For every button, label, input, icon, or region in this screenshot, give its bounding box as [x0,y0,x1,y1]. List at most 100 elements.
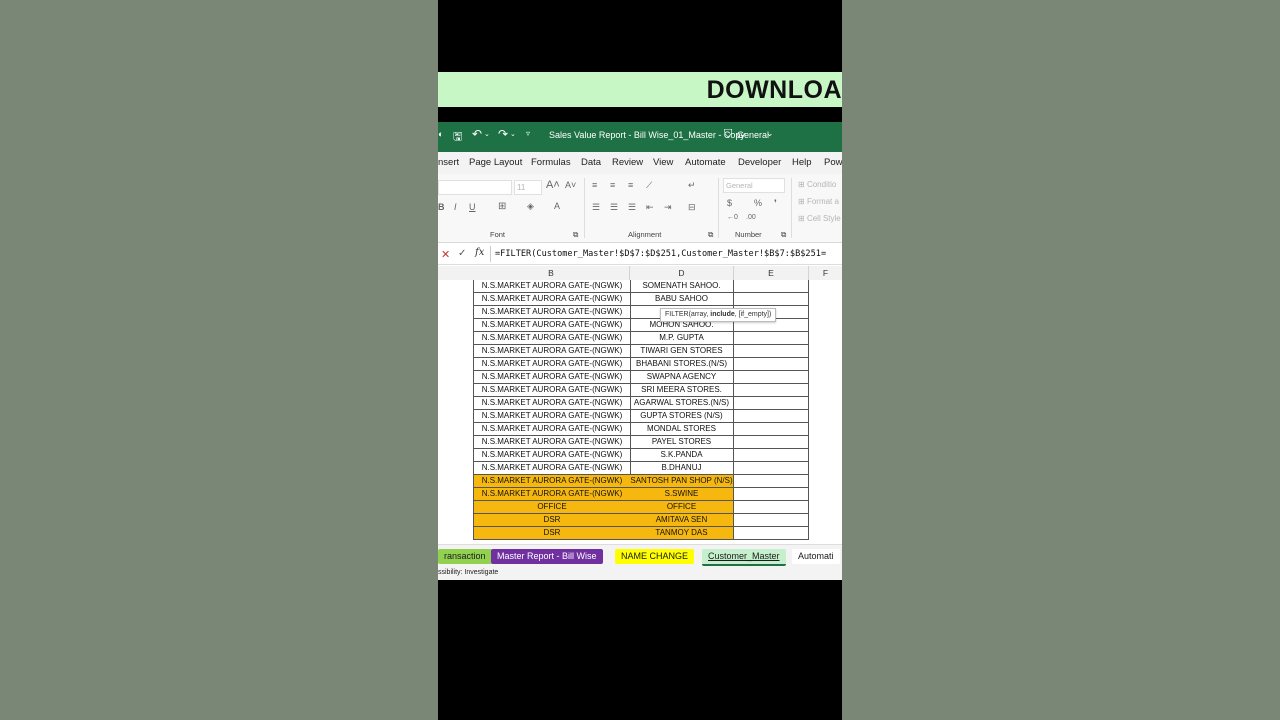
column-header-f[interactable]: F [809,266,842,280]
cell-route[interactable]: N.S.MARKET AURORA GATE-(NGWK) [473,280,631,293]
cell-empty[interactable] [734,501,809,514]
cell-route[interactable]: N.S.MARKET AURORA GATE-(NGWK) [473,397,631,410]
cancel-icon[interactable]: ✕ [441,248,450,261]
cell-empty[interactable] [734,371,809,384]
tab-data[interactable]: Data [581,157,601,168]
tab-automate[interactable]: Automate [685,157,726,168]
font-size-box[interactable]: 11 [514,180,542,195]
cell-customer[interactable]: M.P. GUPTA [630,332,734,345]
sheet-tab[interactable]: Master Report - Bill Wise [491,549,603,564]
bold-icon[interactable]: B [438,202,445,212]
undo-icon[interactable]: ↶ [472,127,482,141]
formula-input[interactable]: =FILTER(Customer_Master!$D$7:$D$251,Cust… [495,249,826,259]
number-dialog-launcher-icon[interactable]: ⧉ [781,230,786,240]
sheet-tab[interactable]: Automati [792,549,840,564]
tab-page-layout[interactable]: Page Layout [469,157,522,168]
decrease-decimal-icon[interactable]: .00 [746,214,756,221]
cell-customer[interactable]: MONDAL STORES [630,423,734,436]
cell-empty[interactable] [734,527,809,540]
sensitivity-label[interactable]: General [737,130,769,140]
cell-empty[interactable] [734,436,809,449]
cell-empty[interactable] [734,397,809,410]
cell-empty[interactable] [734,423,809,436]
cell-customer[interactable]: B.DHANUJ [630,462,734,475]
cell-customer[interactable]: AGARWAL STORES.(N/S) [630,397,734,410]
align-left-icon[interactable]: ☰ [592,202,600,213]
borders-icon[interactable]: ⊞ [498,201,506,212]
decrease-indent-icon[interactable]: ⇤ [646,202,654,213]
font-dialog-launcher-icon[interactable]: ⧉ [573,230,578,240]
cell-route[interactable]: N.S.MARKET AURORA GATE-(NGWK) [473,410,631,423]
cell-customer[interactable]: PAYEL STORES [630,436,734,449]
cell-empty[interactable] [734,449,809,462]
align-right-icon[interactable]: ☰ [628,202,636,213]
undo-dropdown-icon[interactable]: ⌄ [484,130,490,138]
font-color-icon[interactable]: A [554,201,560,211]
sheet-tab[interactable]: ransaction [438,549,492,564]
redo-icon[interactable]: ↷ [498,127,508,141]
cell-route[interactable]: N.S.MARKET AURORA GATE-(NGWK) [473,293,631,306]
cell-customer[interactable]: TIWARI GEN STORES [630,345,734,358]
fill-color-icon[interactable]: ◈ [527,201,534,212]
cell-styles-button[interactable]: ⊞ Cell Style [798,214,841,223]
cell-customer[interactable]: S.K.PANDA [630,449,734,462]
currency-icon[interactable]: $ [727,198,732,208]
enter-icon[interactable]: ✓ [458,248,466,259]
accessibility-status[interactable]: ssibility: Investigate [438,569,498,576]
increase-indent-icon[interactable]: ⇥ [664,202,672,213]
tab-power-pivot[interactable]: Pow [824,157,842,168]
tab-insert[interactable]: nsert [438,157,459,168]
cell-customer[interactable]: AMITAVA SEN [630,514,734,527]
increase-font-icon[interactable]: A˄ [546,179,560,191]
tab-help[interactable]: Help [792,157,812,168]
column-header-d[interactable]: D [630,266,734,280]
number-format-box[interactable]: General [723,178,785,193]
conditional-formatting-button[interactable]: ⊞ Conditio [798,180,836,189]
save-icon[interactable]: 🖫 [453,128,462,147]
cell-customer[interactable]: TANMOY DAS [630,527,734,540]
cell-route[interactable]: DSR [473,527,631,540]
increase-decimal-icon[interactable]: ←0 [727,214,738,221]
cell-route[interactable]: N.S.MARKET AURORA GATE-(NGWK) [473,371,631,384]
cell-empty[interactable] [734,332,809,345]
cell-empty[interactable] [734,345,809,358]
comma-style-icon[interactable]: ❜ [774,198,777,209]
cell-route[interactable]: OFFICE [473,501,631,514]
cell-route[interactable]: N.S.MARKET AURORA GATE-(NGWK) [473,319,631,332]
tab-view[interactable]: View [653,157,673,168]
cell-empty[interactable] [734,280,809,293]
column-header-e[interactable]: E [734,266,809,280]
cell-empty[interactable] [734,358,809,371]
cell-empty[interactable] [734,462,809,475]
alignment-dialog-launcher-icon[interactable]: ⧉ [708,230,713,240]
middle-align-icon[interactable]: ≡ [610,180,615,190]
autosave-toggle-icon[interactable]: ◐ [438,129,443,139]
tab-developer[interactable]: Developer [738,157,781,168]
column-header-b[interactable]: B [473,266,630,280]
top-align-icon[interactable]: ≡ [592,180,597,190]
cell-route[interactable]: N.S.MARKET AURORA GATE-(NGWK) [473,488,631,501]
cell-route[interactable]: N.S.MARKET AURORA GATE-(NGWK) [473,449,631,462]
italic-icon[interactable]: I [454,202,457,212]
cell-route[interactable]: N.S.MARKET AURORA GATE-(NGWK) [473,358,631,371]
bottom-align-icon[interactable]: ≡ [628,180,633,190]
cell-customer[interactable]: OFFICE [630,501,734,514]
font-name-box[interactable] [438,180,512,195]
cell-route[interactable]: N.S.MARKET AURORA GATE-(NGWK) [473,332,631,345]
decrease-font-icon[interactable]: A˅ [565,180,576,190]
cell-route[interactable]: DSR [473,514,631,527]
orientation-icon[interactable]: ⟋ [646,180,652,191]
cell-route[interactable]: N.S.MARKET AURORA GATE-(NGWK) [473,462,631,475]
tab-review[interactable]: Review [612,157,643,168]
cell-empty[interactable] [734,514,809,527]
cell-customer[interactable]: SWAPNA AGENCY [630,371,734,384]
redo-dropdown-icon[interactable]: ⌄ [510,130,516,138]
cell-route[interactable]: N.S.MARKET AURORA GATE-(NGWK) [473,423,631,436]
cell-route[interactable]: N.S.MARKET AURORA GATE-(NGWK) [473,436,631,449]
customize-qat-icon[interactable]: ▿ [526,129,530,138]
chevron-down-icon[interactable]: ⌄ [766,128,774,139]
cell-route[interactable]: N.S.MARKET AURORA GATE-(NGWK) [473,475,631,488]
cell-customer[interactable]: BABU SAHOO [630,293,734,306]
cell-customer[interactable]: GUPTA STORES (N/S) [630,410,734,423]
format-as-table-button[interactable]: ⊞ Format a [798,197,839,206]
